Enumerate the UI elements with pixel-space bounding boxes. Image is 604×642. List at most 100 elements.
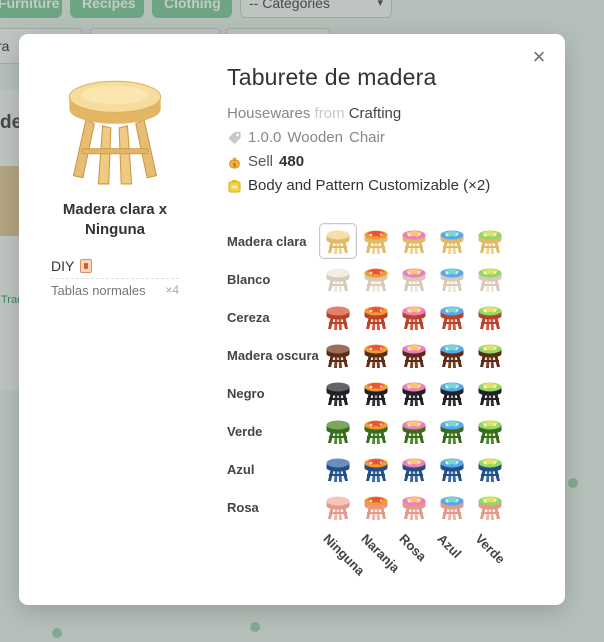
variant-swatch[interactable]: [357, 413, 395, 449]
stool-variant-icon: [326, 496, 350, 520]
variant-swatch[interactable]: [319, 223, 357, 259]
material-row: Tablas normales ×4: [51, 278, 179, 298]
pattern-label: Verde: [472, 531, 509, 567]
sell-price-row: $ Sell 480: [227, 150, 547, 174]
stool-variant-icon: [364, 420, 388, 444]
stool-image: [68, 80, 162, 185]
variant-swatch[interactable]: [471, 413, 509, 449]
sell-price: 480: [279, 153, 305, 170]
variant-swatch[interactable]: [395, 375, 433, 411]
stool-variant-icon: [440, 344, 464, 368]
variant-swatch[interactable]: [357, 337, 395, 373]
svg-text:$: $: [233, 162, 237, 168]
variant-swatch[interactable]: [319, 261, 357, 297]
variant-swatch[interactable]: [395, 223, 433, 259]
variant-row: Azul: [227, 450, 509, 488]
body-color-label: Blanco: [227, 271, 271, 287]
variant-swatch[interactable]: [471, 261, 509, 297]
variant-swatch[interactable]: [395, 337, 433, 373]
variant-swatch[interactable]: [319, 489, 357, 525]
version-tags-row: 1.0.0 Wooden Chair: [227, 126, 547, 150]
from-label: from: [314, 105, 345, 122]
variant-row: Negro: [227, 374, 509, 412]
variant-swatch[interactable]: [433, 413, 471, 449]
variant-swatch[interactable]: [395, 261, 433, 297]
variant-row: Rosa: [227, 488, 509, 526]
stool-variant-icon: [478, 420, 502, 444]
variant-row: Blanco: [227, 260, 509, 298]
stool-variant-icon: [326, 230, 350, 254]
variant-swatch[interactable]: [357, 451, 395, 487]
variant-swatch[interactable]: [357, 299, 395, 335]
stool-variant-icon: [402, 268, 426, 292]
customizable-row: Body and Pattern Customizable (×2): [227, 174, 547, 198]
variant-swatch[interactable]: [433, 261, 471, 297]
item-info-panel: Taburete de madera Housewares from Craft…: [227, 64, 547, 198]
diy-label: DIY: [51, 258, 75, 274]
variant-swatch[interactable]: [471, 223, 509, 259]
bells-bag-icon: $: [229, 157, 240, 168]
variant-swatch[interactable]: [471, 337, 509, 373]
variant-swatch[interactable]: [357, 489, 395, 525]
recipe-card-icon: [80, 259, 93, 273]
variant-row: Cereza: [227, 298, 509, 336]
stool-variant-icon: [402, 420, 426, 444]
stool-variant-icon: [478, 306, 502, 330]
variant-swatch[interactable]: [433, 375, 471, 411]
item-preview-panel: Madera clara x Ninguna DIY Tablas normal…: [51, 74, 179, 298]
variant-swatch[interactable]: [319, 413, 357, 449]
variant-swatch[interactable]: [319, 375, 357, 411]
variant-swatch[interactable]: [395, 299, 433, 335]
variant-swatch[interactable]: [395, 413, 433, 449]
diy-recipe[interactable]: DIY: [51, 258, 179, 274]
variant-swatch[interactable]: [433, 451, 471, 487]
stool-variant-icon: [478, 268, 502, 292]
item-source: Crafting: [348, 105, 402, 122]
stool-variant-icon: [364, 344, 388, 368]
item-detail-modal: × Madera clara x Ninguna DIY Tablas norm…: [19, 34, 565, 605]
variant-swatch[interactable]: [471, 299, 509, 335]
variant-swatch[interactable]: [395, 451, 433, 487]
variant-swatch[interactable]: [433, 299, 471, 335]
body-color-label: Madera clara: [227, 233, 307, 249]
variant-swatch[interactable]: [319, 299, 357, 335]
variant-swatch[interactable]: [433, 489, 471, 525]
variant-swatch[interactable]: [357, 223, 395, 259]
variant-swatch[interactable]: [357, 261, 395, 297]
stool-variant-icon: [402, 458, 426, 482]
tag-icon: [228, 131, 241, 145]
stool-variant-icon: [440, 230, 464, 254]
item-category: Housewares: [227, 105, 311, 122]
version-number: 1.0.0: [248, 129, 282, 146]
variant-swatch[interactable]: [357, 375, 395, 411]
stool-variant-icon: [326, 306, 350, 330]
body-color-label: Negro: [227, 385, 265, 401]
item-title: Taburete de madera: [227, 64, 437, 90]
stool-variant-icon: [364, 382, 388, 406]
pattern-column-labels: Ninguna Naranja Rosa Azul Verde: [319, 531, 519, 581]
stool-variant-icon: [402, 382, 426, 406]
variant-swatch[interactable]: [319, 451, 357, 487]
body-color-label: Rosa: [227, 499, 259, 515]
variant-row: Madera oscura: [227, 336, 509, 374]
stool-variant-icon: [440, 420, 464, 444]
body-color-label: Cereza: [227, 309, 270, 325]
stool-variant-icon: [478, 458, 502, 482]
variant-swatch[interactable]: [395, 489, 433, 525]
body-color-label: Azul: [227, 461, 255, 477]
variant-swatch[interactable]: [471, 489, 509, 525]
material-quantity: ×4: [165, 283, 179, 297]
variant-swatch[interactable]: [471, 451, 509, 487]
variant-row: Verde: [227, 412, 509, 450]
stool-variant-icon: [364, 306, 388, 330]
variant-swatch[interactable]: [433, 337, 471, 373]
variant-swatch[interactable]: [433, 223, 471, 259]
customizable-text: Body and Pattern Customizable (×2): [248, 177, 491, 194]
stool-variant-icon: [326, 458, 350, 482]
variant-swatch[interactable]: [319, 337, 357, 373]
stool-variant-icon: [364, 230, 388, 254]
selected-variant-name: Madera clara x Ninguna: [62, 201, 168, 238]
variant-swatch[interactable]: [471, 375, 509, 411]
stool-variant-icon: [402, 230, 426, 254]
stool-variant-icon: [364, 268, 388, 292]
